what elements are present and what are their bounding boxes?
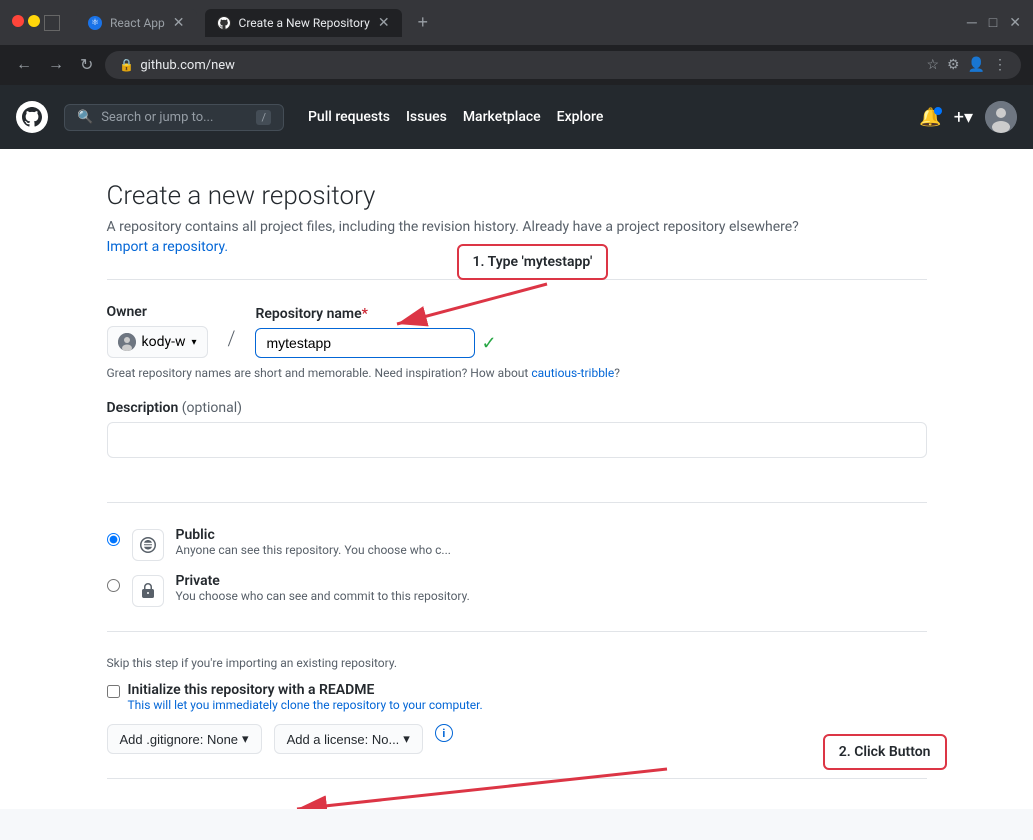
repo-name-input-row: ✓ [255,328,496,358]
nav-issues[interactable]: Issues [406,109,447,125]
github-logo[interactable] [16,101,48,133]
owner-dropdown-icon: ▾ [192,337,197,348]
user-icon[interactable]: 👤 [968,57,985,73]
description-group: Description (optional) [107,400,927,478]
page-subtitle: A repository contains all project files,… [107,219,927,235]
nav-pull-requests[interactable]: Pull requests [308,109,390,125]
valid-checkmark: ✓ [481,333,496,354]
notifications-bell[interactable]: 🔔 [919,107,941,128]
address-bar[interactable]: 🔒 github.com/new ☆ ⚙ 👤 ⋮ [105,51,1021,79]
tab2-label: Create a New Repository [239,16,370,30]
window-close-btn[interactable] [12,15,24,27]
repo-name-hint: Great repository names are short and mem… [107,366,927,380]
tab1-label: React App [110,16,165,30]
search-box[interactable]: 🔍 Search or jump to... / [64,104,284,131]
user-avatar[interactable] [985,101,1017,133]
search-icon: 🔍 [77,110,93,125]
nav-explore[interactable]: Explore [557,109,604,125]
extensions-icon[interactable]: ⚙ [947,57,960,73]
page-title: Create a new repository [107,181,927,211]
private-icon [132,575,164,607]
annotation-box-1: 1. Type 'mytestapp' [457,244,609,280]
license-dropdown-icon: ▾ [403,731,410,747]
gitignore-select[interactable]: Add .gitignore: None ▾ [107,724,262,754]
extra-options: Add .gitignore: None ▾ Add a license: No… [107,724,927,754]
private-option: Private You choose who can see and commi… [107,573,927,607]
address-bar-icons: ☆ ⚙ 👤 ⋮ [926,57,1007,73]
main-form: 1. Type 'mytestapp' 2. Click Button Crea… [67,149,967,809]
browser-addressbar: ← → ↻ 🔒 github.com/new ☆ ⚙ 👤 ⋮ [0,45,1033,85]
minimize-icon[interactable]: ─ [967,14,977,31]
browser-tab-react[interactable]: ⚛ React App ✕ [76,9,197,37]
owner-group: Owner kody-w ▾ [107,304,208,358]
browser-window: ⚛ React App ✕ Create a New Repository ✕ … [0,0,1033,809]
owner-name: kody-w [142,334,186,350]
maximize-icon[interactable]: □ [989,14,997,31]
search-placeholder: Search or jump to... [101,110,213,125]
suggestion-link[interactable]: cautious-tribble [531,366,614,380]
slash-divider: / [228,326,236,358]
nav-links: Pull requests Issues Marketplace Explore [308,109,603,125]
public-text: Public Anyone can see this repository. Y… [176,527,451,557]
import-link[interactable]: Import a repository. [107,239,229,255]
owner-label: Owner [107,304,208,320]
window-max-btn[interactable] [44,15,60,31]
repo-name-label: Repository name* [255,306,496,322]
init-section: Skip this step if you're importing an ex… [107,656,927,754]
lock-icon: 🔒 [119,58,134,72]
annotation-box-2: 2. Click Button [823,734,947,770]
description-input[interactable] [107,422,927,458]
owner-avatar [118,333,136,351]
browser-tab-github[interactable]: Create a New Repository ✕ [205,9,402,37]
private-radio[interactable] [107,579,120,592]
github-navbar: 🔍 Search or jump to... / Pull requests I… [0,85,1033,149]
divider-4 [107,778,927,779]
menu-icon[interactable]: ⋮ [993,57,1007,73]
init-readme-text: Initialize this repository with a README… [128,682,483,712]
public-radio[interactable] [107,533,120,546]
init-readme-checkbox[interactable] [107,685,120,698]
notification-indicator [934,107,942,115]
nav-marketplace[interactable]: Marketplace [463,109,541,125]
forward-button[interactable]: → [44,52,68,78]
owner-select[interactable]: kody-w ▾ [107,326,208,358]
nav-right: 🔔 +▾ [919,101,1017,133]
divider-3 [107,631,927,632]
page-content: 1. Type 'mytestapp' 2. Click Button Crea… [0,149,1033,809]
info-icon[interactable]: i [435,724,453,742]
create-menu[interactable]: +▾ [954,107,973,128]
tab1-close[interactable]: ✕ [173,15,185,31]
back-button[interactable]: ← [12,52,36,78]
tab2-close[interactable]: ✕ [378,15,390,31]
required-indicator: * [362,306,368,322]
init-readme-option: Initialize this repository with a README… [107,682,927,712]
search-shortcut: / [256,110,271,125]
browser-titlebar: ⚛ React App ✕ Create a New Repository ✕ … [0,0,1033,45]
bookmark-icon[interactable]: ☆ [926,57,939,73]
license-select[interactable]: Add a license: No... ▾ [274,724,423,754]
divider-2 [107,502,927,503]
skip-hint: Skip this step if you're importing an ex… [107,656,927,670]
owner-repo-row: Owner kody-w ▾ / Repository name* [107,304,927,358]
url-text: github.com/new [140,58,235,73]
public-icon [132,529,164,561]
tab1-favicon: ⚛ [88,16,102,30]
refresh-button[interactable]: ↻ [76,51,97,79]
window-min-btn[interactable] [28,15,40,27]
new-tab-button[interactable]: + [410,8,437,37]
description-label: Description (optional) [107,400,927,416]
close-icon[interactable]: ✕ [1009,15,1021,31]
repo-name-input[interactable] [255,328,475,358]
public-option: Public Anyone can see this repository. Y… [107,527,927,561]
tab2-favicon [217,16,231,30]
repo-name-group: Repository name* ✓ [255,306,496,358]
private-text: Private You choose who can see and commi… [176,573,470,603]
gitignore-dropdown-icon: ▾ [242,731,249,747]
